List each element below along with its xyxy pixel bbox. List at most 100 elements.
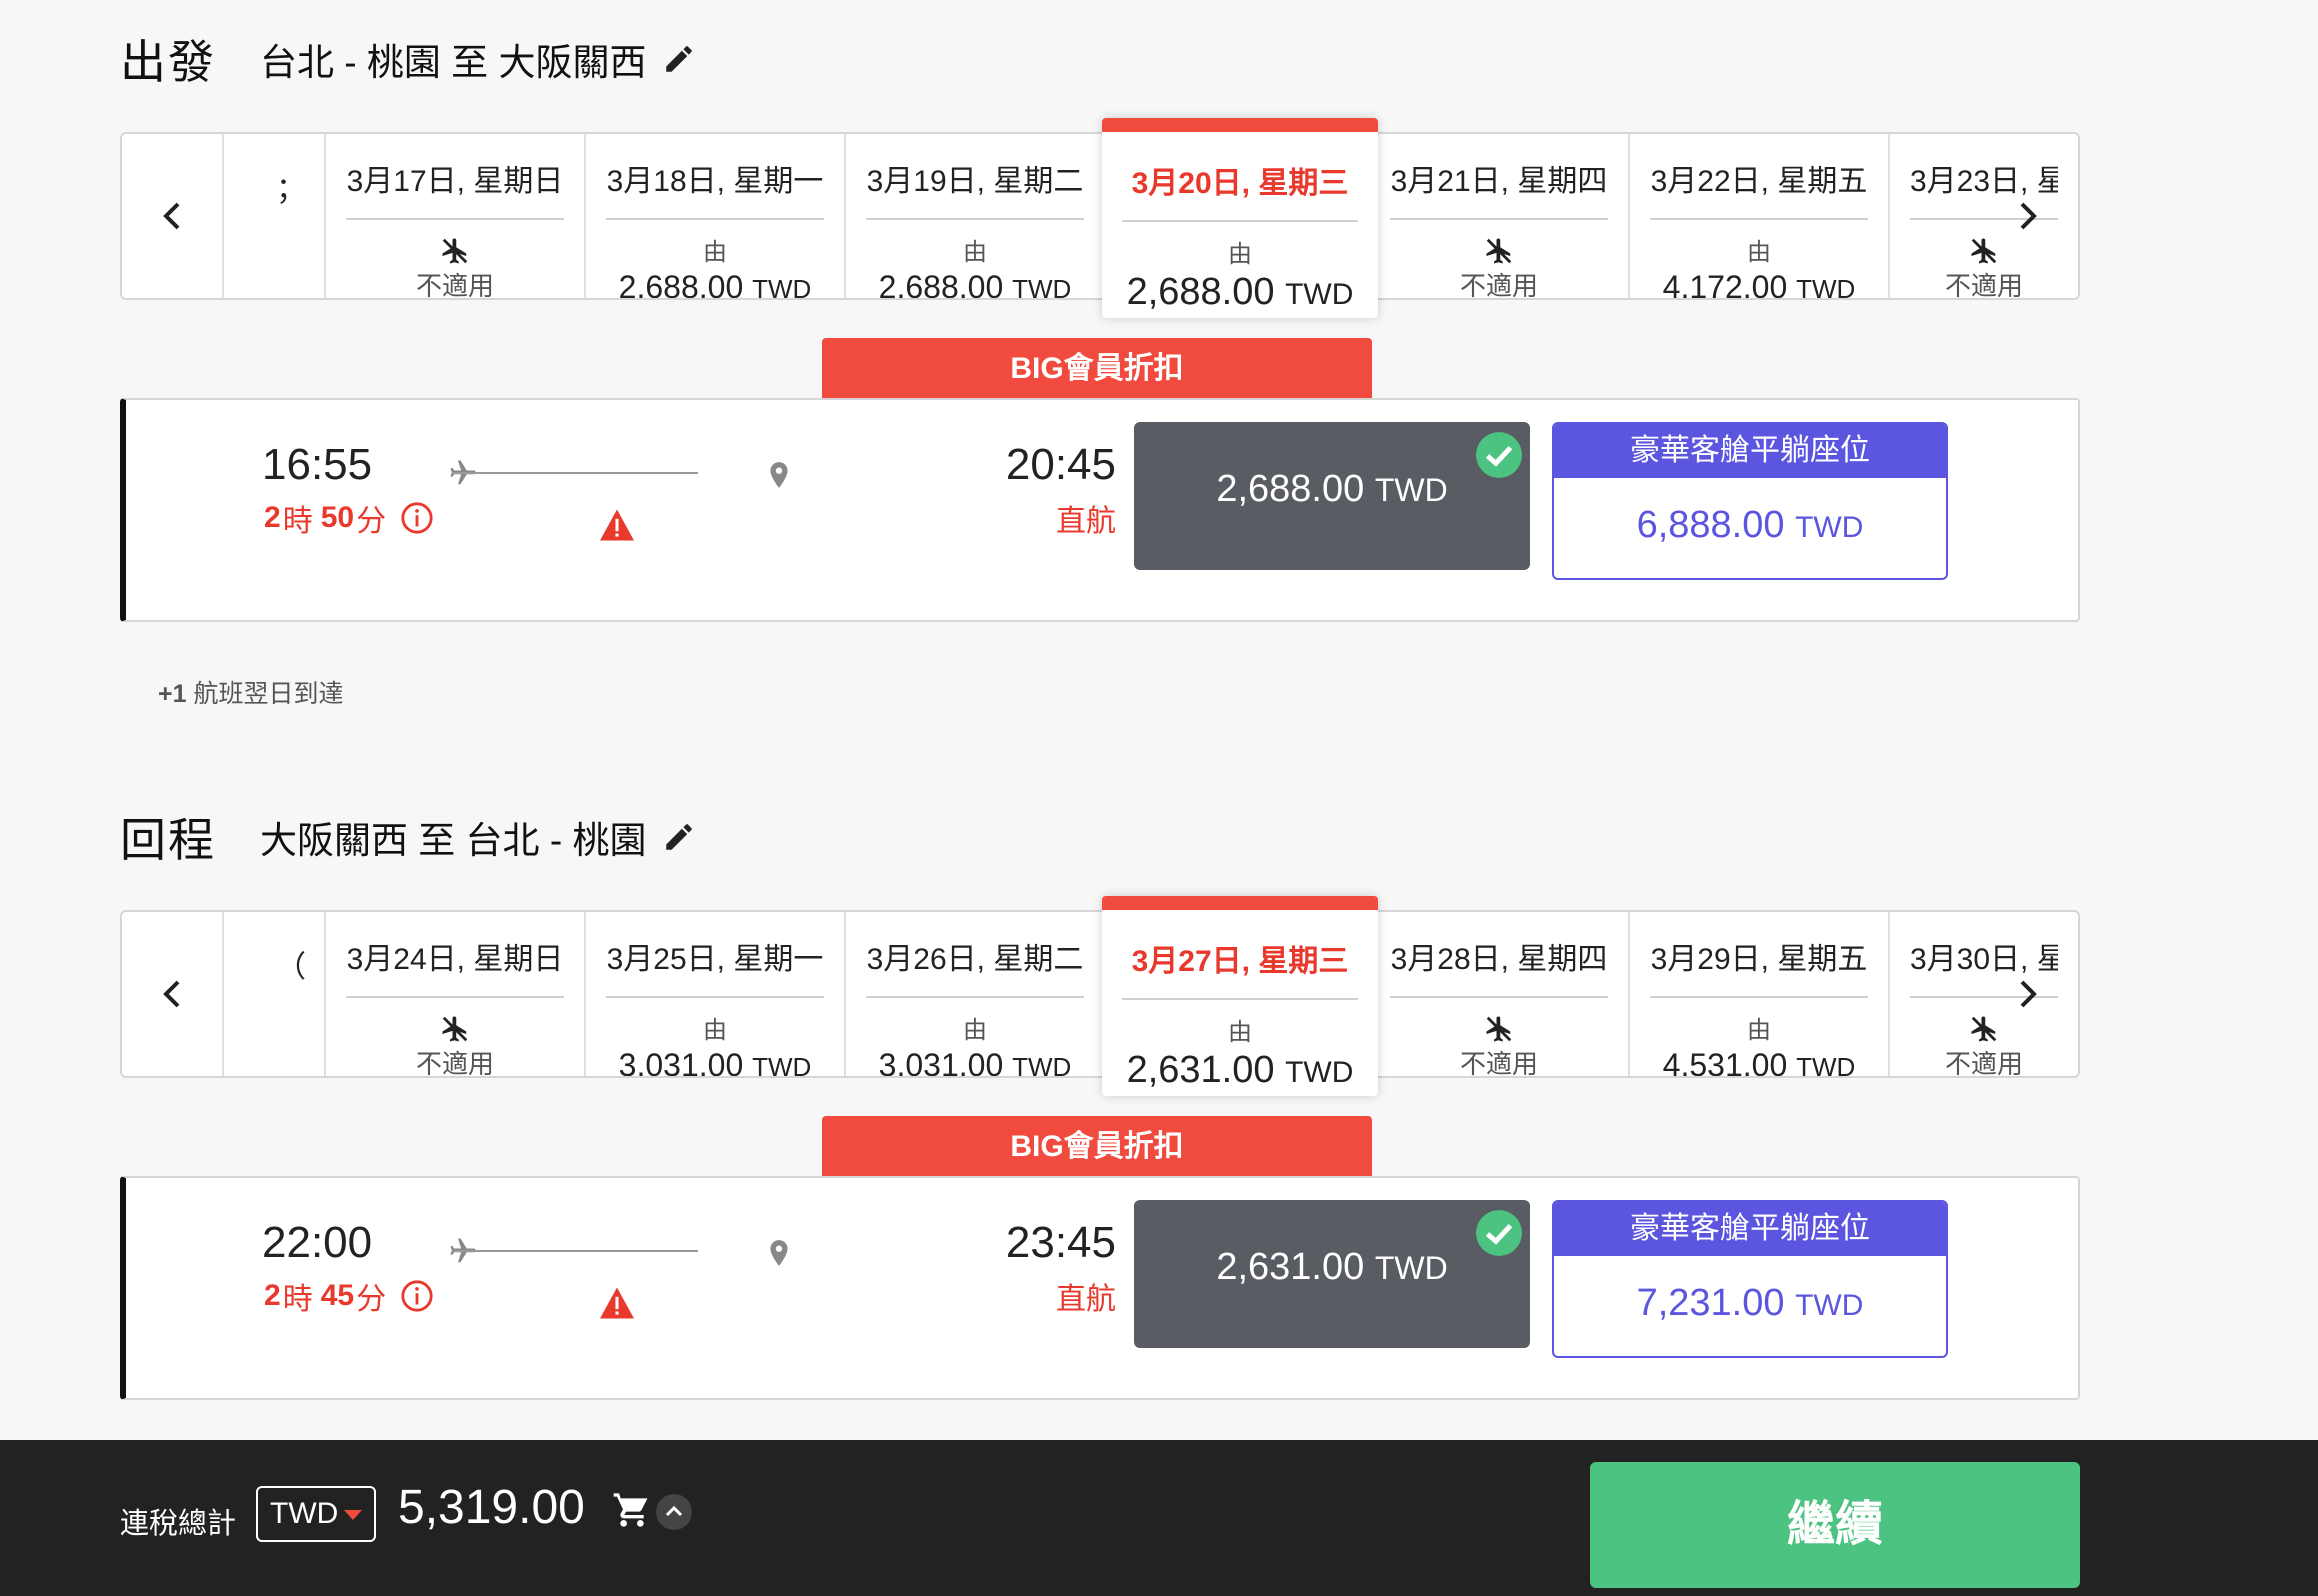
price-from: 由 bbox=[1228, 1019, 1252, 1046]
date-fragment: （ bbox=[276, 951, 306, 984]
price-currency: TWD bbox=[1285, 278, 1354, 311]
date-tab[interactable]: 3月22日, 星期五由 4,172.00 TWD bbox=[1628, 134, 1888, 298]
date-price: 2,688.00 TWD bbox=[846, 269, 1104, 298]
date-tab[interactable]: 3月17日, 星期日 不適用 bbox=[324, 134, 584, 298]
chevron-up-icon[interactable] bbox=[656, 1494, 692, 1530]
date-tab[interactable]: 3月19日, 星期二由 2,688.00 TWD bbox=[844, 134, 1104, 298]
date-tab[interactable]: 3月29日, 星期五由 4,531.00 TWD bbox=[1628, 912, 1888, 1076]
stops-label: 直航 bbox=[1056, 1283, 1116, 1316]
location-pin-icon bbox=[770, 462, 788, 488]
pencil-icon[interactable] bbox=[662, 820, 696, 854]
check-circle-icon bbox=[1476, 1210, 1522, 1256]
duration-minutes-unit: 分 bbox=[356, 1283, 387, 1316]
price-from: 由 bbox=[963, 239, 987, 266]
next-day-note: +1 航班翌日到達 bbox=[158, 674, 343, 710]
not-available-text: 不適用 bbox=[1459, 271, 1538, 298]
inbound-route: 大阪關西 至 台北 - 桃園 bbox=[260, 820, 647, 861]
next-day-note-num: +1 bbox=[158, 680, 187, 708]
price-amount: 3,031.00 bbox=[618, 1047, 744, 1076]
inbound-title: 回程 bbox=[120, 814, 216, 866]
date-cell-partial[interactable]: ； bbox=[222, 134, 324, 298]
route-line bbox=[452, 1250, 698, 1252]
duration-minutes: 50 bbox=[320, 501, 355, 534]
price-currency: TWD bbox=[1285, 1056, 1354, 1089]
plane-off-icon bbox=[1486, 1016, 1512, 1042]
date-price: 4,531.00 TWD bbox=[1630, 1047, 1888, 1076]
price-currency: TWD bbox=[752, 274, 812, 298]
arrive-time: 20:45 bbox=[1005, 440, 1116, 489]
economy-fare-button[interactable]: 2,688.00 TWD bbox=[1134, 422, 1530, 570]
depart-time: 22:00 bbox=[262, 1218, 373, 1267]
economy-currency: TWD bbox=[1374, 472, 1448, 508]
next-day-note-text: 航班翌日到達 bbox=[193, 680, 344, 708]
date-label: 3月29日, 星期五 bbox=[1650, 934, 1868, 998]
info-icon[interactable] bbox=[400, 1279, 434, 1313]
price-from: 由 bbox=[703, 239, 727, 266]
plane-off-icon bbox=[1486, 238, 1512, 264]
economy-fare-button[interactable]: 2,631.00 TWD bbox=[1134, 1200, 1530, 1348]
chevron-right-icon[interactable] bbox=[1978, 912, 2078, 1076]
not-available-text: 不適用 bbox=[1459, 1049, 1538, 1076]
premium-fare-button[interactable]: 豪華客艙平躺座位 6,888.00 TWD bbox=[1552, 422, 1948, 580]
flight-card[interactable]: 16:55 2時 50 分 20:45 直航 2,688.00 TWD 豪華客艙平… bbox=[120, 398, 2080, 622]
not-available-text: 不適用 bbox=[415, 1049, 494, 1076]
promo-tab: BIG會員折扣 bbox=[822, 1116, 1372, 1178]
flight-card[interactable]: 22:00 2時 45 分 23:45 直航 2,631.00 TWD 豪華客艙平… bbox=[120, 1176, 2080, 1400]
currency-value: TWD bbox=[270, 1497, 339, 1530]
outbound-route: 台北 - 桃園 至 大阪關西 bbox=[260, 42, 647, 83]
chevron-left-icon[interactable] bbox=[122, 912, 222, 1076]
date-cell-partial[interactable]: （ bbox=[222, 912, 324, 1076]
pencil-icon[interactable] bbox=[662, 42, 696, 76]
date-price: 2,688.00 TWD bbox=[1102, 271, 1378, 314]
duration: 2時 50 分 bbox=[262, 496, 434, 540]
date-tab[interactable]: 3月20日, 星期三由 2,688.00 TWD bbox=[1102, 118, 1378, 318]
premium-label: 豪華客艙平躺座位 bbox=[1554, 424, 1946, 478]
premium-fare-button[interactable]: 豪華客艙平躺座位 7,231.00 TWD bbox=[1552, 1200, 1948, 1358]
economy-price: 2,688.00 bbox=[1216, 468, 1365, 510]
premium-price-row: 6,888.00 TWD bbox=[1554, 504, 1946, 547]
date-label: 3月18日, 星期一 bbox=[606, 156, 824, 220]
date-tab[interactable]: 3月28日, 星期四 不適用 bbox=[1368, 912, 1628, 1076]
date-price: 3,031.00 TWD bbox=[846, 1047, 1104, 1076]
duration-minutes: 45 bbox=[320, 1279, 355, 1312]
date-price: 2,688.00 TWD bbox=[586, 269, 844, 298]
date-tab[interactable]: 3月26日, 星期二由 3,031.00 TWD bbox=[844, 912, 1104, 1076]
price-amount: 4,531.00 bbox=[1662, 1047, 1788, 1076]
caret-down-icon bbox=[344, 1510, 362, 1520]
chevron-right-icon[interactable] bbox=[1978, 134, 2078, 298]
inbound-header: 回程 大阪關西 至 台北 - 桃園 bbox=[120, 804, 696, 870]
price-from: 由 bbox=[963, 1017, 987, 1044]
premium-label: 豪華客艙平躺座位 bbox=[1554, 1202, 1946, 1256]
currency-select[interactable]: TWD bbox=[256, 1486, 376, 1542]
continue-button[interactable]: 繼續 bbox=[1590, 1462, 2080, 1588]
date-label: 3月21日, 星期四 bbox=[1390, 156, 1608, 220]
date-tab[interactable]: 3月25日, 星期一由 3,031.00 TWD bbox=[584, 912, 844, 1076]
date-fragment: ； bbox=[276, 173, 306, 206]
date-tab[interactable]: 3月24日, 星期日不適用 bbox=[324, 912, 584, 1076]
price-amount: 2,688.00 bbox=[1126, 271, 1275, 313]
premium-price: 6,888.00 bbox=[1636, 504, 1785, 546]
price-currency: TWD bbox=[1012, 274, 1072, 298]
warning-icon[interactable] bbox=[598, 1286, 636, 1320]
date-label: 3月24日, 星期日 bbox=[346, 934, 564, 998]
price-amount: 4,172.00 bbox=[1662, 269, 1788, 298]
date-label: 3月22日, 星期五 bbox=[1650, 156, 1868, 220]
price-currency: TWD bbox=[1796, 1052, 1856, 1076]
price-from: 由 bbox=[1228, 241, 1252, 268]
price-currency: TWD bbox=[1796, 274, 1856, 298]
price-from: 由 bbox=[703, 1017, 727, 1044]
cart-icon[interactable] bbox=[612, 1490, 652, 1530]
date-tab[interactable]: 3月21日, 星期四不適用 bbox=[1368, 134, 1628, 298]
inbound-date-strip: （ 3月24日, 星期日 不適用 3月25日, 星期一由 3,031.00 TWD 3月… bbox=[120, 896, 2080, 1096]
chevron-left-icon[interactable] bbox=[122, 134, 222, 298]
date-label: 3月20日, 星期三 bbox=[1122, 158, 1358, 222]
date-tab[interactable]: 3月18日, 星期一由 2,688.00 TWD bbox=[584, 134, 844, 298]
date-tab[interactable]: 3月27日, 星期三由 2,631.00 TWD bbox=[1102, 896, 1378, 1096]
warning-icon[interactable] bbox=[598, 508, 636, 542]
info-icon[interactable] bbox=[400, 501, 434, 535]
route-line bbox=[452, 472, 698, 474]
depart-time: 16:55 bbox=[262, 440, 373, 489]
check-circle-icon bbox=[1476, 432, 1522, 478]
duration-hours: 2 bbox=[264, 1279, 281, 1312]
economy-currency: TWD bbox=[1374, 1250, 1448, 1286]
